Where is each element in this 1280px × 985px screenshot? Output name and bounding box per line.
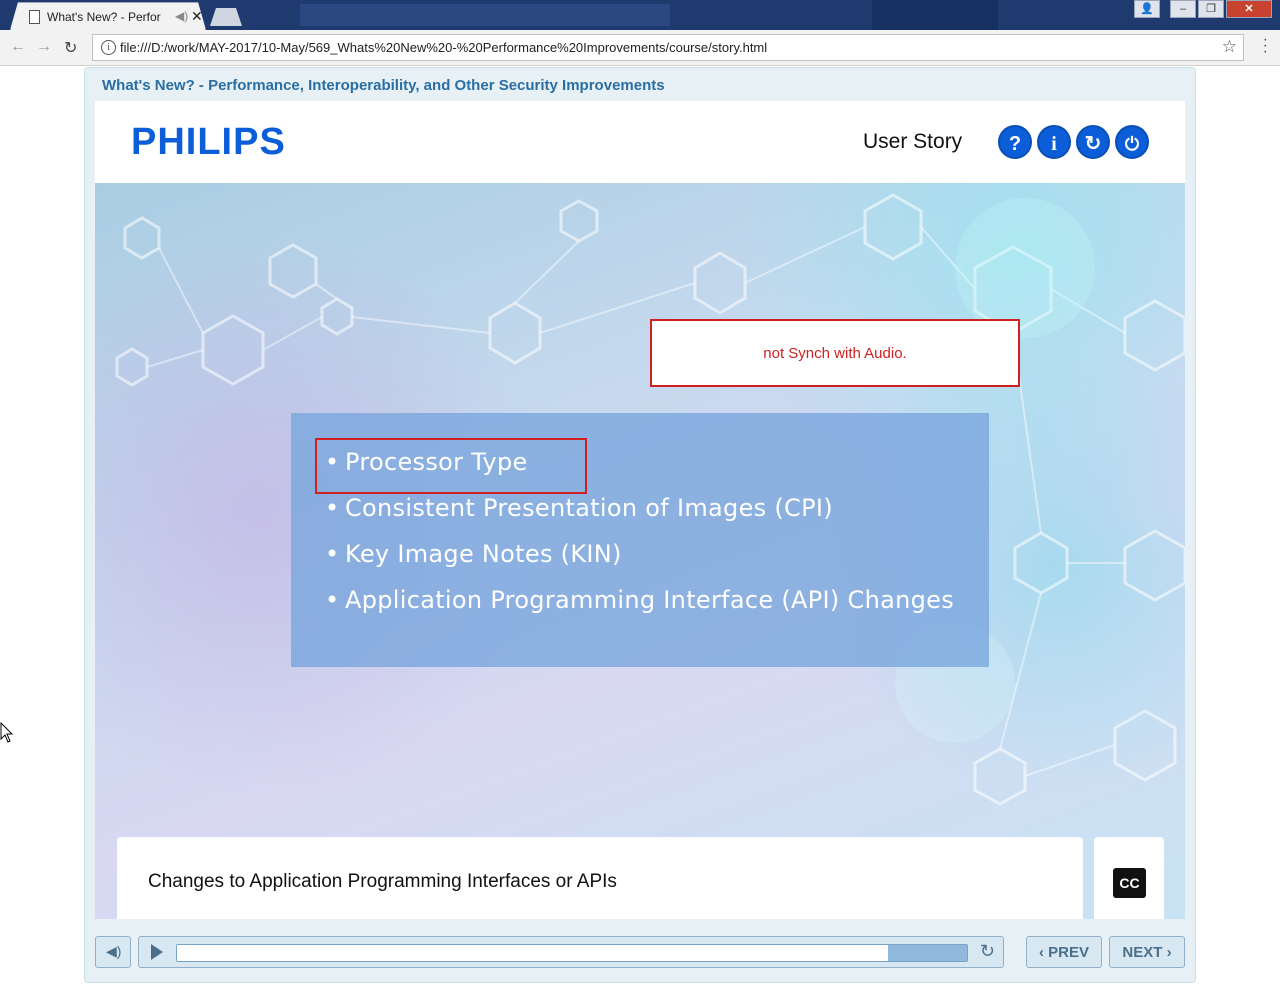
prev-label: ‹ PREV bbox=[1038, 944, 1089, 961]
help-button[interactable]: ? bbox=[998, 125, 1032, 159]
cc-panel: CC bbox=[1094, 837, 1164, 919]
course-player: What's New? - Performance, Interoperabil… bbox=[84, 67, 1196, 983]
info-icon: i bbox=[1051, 133, 1057, 155]
closed-captions-button[interactable]: CC bbox=[1113, 868, 1146, 898]
seekbar-progress bbox=[177, 945, 888, 961]
volume-button[interactable]: ◀) bbox=[95, 936, 131, 968]
bullet-item: • Application Programming Interface (API)… bbox=[325, 586, 955, 614]
page-icon bbox=[29, 10, 40, 24]
caption-text: Changes to Application Programming Inter… bbox=[148, 871, 617, 892]
next-button[interactable]: NEXT › bbox=[1109, 936, 1185, 968]
bullet-text: Application Programming Interface (API) … bbox=[345, 586, 955, 614]
window-controls: 👤 – ❐ ✕ bbox=[1134, 0, 1272, 18]
reload-icon[interactable]: ↻ bbox=[64, 38, 77, 58]
address-bar-row: ← → ↻ i file:///D:/work/MAY-2017/10-May/… bbox=[0, 30, 1280, 66]
user-profile-icon[interactable]: 👤 bbox=[1134, 0, 1160, 18]
exit-button[interactable]: ⏻ bbox=[1115, 125, 1149, 159]
close-window-button[interactable]: ✕ bbox=[1226, 0, 1272, 18]
help-icon: ? bbox=[1008, 133, 1022, 155]
url-text[interactable]: file:///D:/work/MAY-2017/10-May/569_What… bbox=[120, 40, 767, 55]
slide-canvas: not Synch with Audio. • Processor Type • C… bbox=[95, 183, 1185, 919]
mouse-cursor-icon bbox=[0, 722, 14, 743]
prev-button[interactable]: ‹ PREV bbox=[1026, 936, 1102, 968]
restart-icon[interactable]: ↻ bbox=[980, 941, 995, 962]
bookmark-star-icon[interactable]: ☆ bbox=[1222, 37, 1237, 57]
play-icon[interactable] bbox=[151, 944, 163, 960]
info-icon[interactable]: i bbox=[101, 40, 116, 55]
tab-title: What's New? - Perfor bbox=[47, 10, 161, 24]
back-arrow-icon[interactable]: ← bbox=[10, 38, 26, 56]
caption-panel: Changes to Application Programming Inter… bbox=[117, 837, 1083, 919]
menu-dots-icon[interactable]: · · · bbox=[1263, 32, 1268, 60]
info-button[interactable]: i bbox=[1037, 125, 1071, 159]
next-label: NEXT › bbox=[1122, 944, 1172, 961]
bullet-text: Key Image Notes (KIN) bbox=[345, 540, 622, 568]
replay-icon: ↻ bbox=[1084, 133, 1102, 155]
forward-arrow-icon[interactable]: → bbox=[36, 38, 52, 56]
tab-close-icon[interactable]: ✕ bbox=[191, 8, 203, 25]
seekbar-track[interactable] bbox=[176, 944, 968, 962]
background-window-tab bbox=[872, 0, 998, 30]
bullet-item: • Consistent Presentation of Images (CPI) bbox=[325, 494, 833, 522]
speaker-icon: ◀) bbox=[106, 943, 122, 959]
highlight-box bbox=[315, 438, 587, 494]
browser-tab[interactable]: What's New? - Perfor ◀) ✕ bbox=[10, 2, 206, 30]
user-story-label: User Story bbox=[863, 130, 963, 153]
minimize-button[interactable]: – bbox=[1170, 0, 1196, 18]
annotation-text: not Synch with Audio. bbox=[763, 345, 907, 362]
bullet-text: Consistent Presentation of Images (CPI) bbox=[345, 494, 833, 522]
power-icon: ⏻ bbox=[1124, 134, 1140, 154]
new-tab-button[interactable] bbox=[210, 8, 242, 26]
restore-button[interactable]: ❐ bbox=[1198, 0, 1224, 18]
philips-logo: PHILIPS bbox=[131, 121, 286, 163]
annotation-box: not Synch with Audio. bbox=[650, 319, 1020, 387]
course-title: What's New? - Performance, Interoperabil… bbox=[102, 77, 665, 94]
seekbar-controls: ↻ bbox=[138, 936, 1004, 968]
audio-playing-icon[interactable]: ◀) bbox=[175, 9, 188, 23]
url-input[interactable]: i file:///D:/work/MAY-2017/10-May/569_Wh… bbox=[92, 34, 1244, 61]
player-header: PHILIPS User Story ? i ↻ ⏻ bbox=[95, 101, 1185, 183]
bullet-item: • Key Image Notes (KIN) bbox=[325, 540, 622, 568]
browser-titlebar: What's New? - Perfor ◀) ✕ 👤 – ❐ ✕ bbox=[0, 0, 1280, 30]
replay-button[interactable]: ↻ bbox=[1076, 125, 1110, 159]
background-window-title bbox=[300, 4, 670, 26]
